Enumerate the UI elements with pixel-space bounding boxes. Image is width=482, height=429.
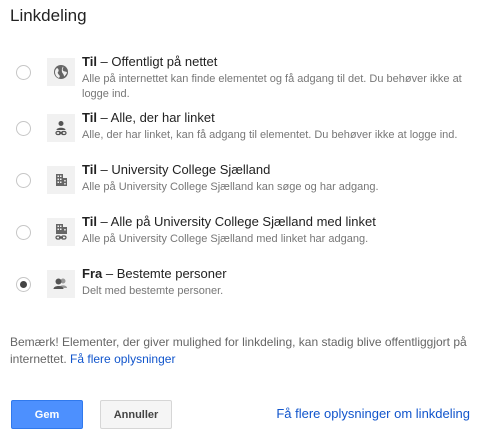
sharing-option-anyone-with-link[interactable]: Til – Alle, der har linket Alle, der har… xyxy=(14,110,474,154)
option-description: Delt med bestemte personer. xyxy=(82,285,224,297)
radio-domain[interactable] xyxy=(16,173,31,188)
sharing-option-public[interactable]: Til – Offentligt på nettet Alle på inter… xyxy=(14,54,474,100)
learn-more-link-sharing[interactable]: Få flere oplysninger om linkdeling xyxy=(276,406,470,421)
dialog-title: Linkdeling xyxy=(10,6,87,25)
radio-anyone-with-link[interactable] xyxy=(16,121,31,136)
radio-domain-with-link[interactable] xyxy=(16,225,31,240)
radio-specific-people[interactable] xyxy=(16,277,31,292)
option-title: Fra – Bestemte personer xyxy=(82,266,227,281)
radio-public[interactable] xyxy=(16,65,31,80)
sharing-option-specific-people[interactable]: Fra – Bestemte personer Delt med bestemt… xyxy=(14,266,474,310)
option-title: Til – University College Sjælland xyxy=(82,162,271,177)
option-description: Alle på University College Sjælland kan … xyxy=(82,181,379,193)
globe-icon xyxy=(47,58,75,86)
building-link-icon xyxy=(47,218,75,246)
sharing-option-domain-with-link[interactable]: Til – Alle på University College Sjællan… xyxy=(14,214,474,258)
option-description: Alle på internettet kan finde elementet … xyxy=(82,73,462,100)
cancel-button[interactable]: Annuller xyxy=(100,400,172,429)
learn-more-link[interactable]: Få flere oplysninger xyxy=(70,352,175,366)
building-icon xyxy=(47,166,75,194)
people-icon xyxy=(47,270,75,298)
sharing-option-domain[interactable]: Til – University College Sjælland Alle p… xyxy=(14,162,474,206)
option-title: Til – Offentligt på nettet xyxy=(82,54,218,69)
option-title: Til – Alle, der har linket xyxy=(82,110,215,125)
save-button[interactable]: Gem xyxy=(11,400,83,429)
option-title: Til – Alle på University College Sjællan… xyxy=(82,214,376,229)
warning-note: Bemærk! Elementer, der giver mulighed fo… xyxy=(10,334,474,368)
option-description: Alle på University College Sjælland med … xyxy=(82,233,369,245)
option-description: Alle, der har linket, kan få adgang til … xyxy=(82,129,458,141)
person-link-icon xyxy=(47,114,75,142)
